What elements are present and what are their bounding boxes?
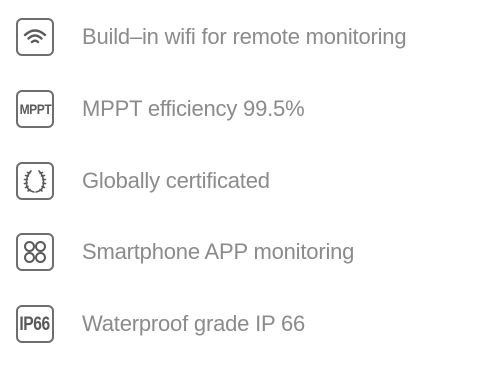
feature-label: Waterproof grade IP 66 bbox=[82, 311, 306, 336]
feature-label: Build–in wifi for remote monitoring bbox=[82, 24, 407, 49]
app-grid-icon bbox=[16, 233, 54, 271]
feature-label: Smartphone APP monitoring bbox=[82, 239, 355, 264]
mppt-badge-text: MPPT bbox=[19, 101, 51, 117]
feature-item-app: Smartphone APP monitoring bbox=[16, 230, 354, 274]
feature-label: Globally certificated bbox=[82, 168, 270, 193]
feature-item-mppt: MPPT MPPT efficiency 99.5% bbox=[16, 87, 305, 131]
ip66-badge-icon: IP66 bbox=[16, 305, 54, 343]
wifi-icon bbox=[16, 18, 54, 56]
feature-item-wifi: Build–in wifi for remote monitoring bbox=[16, 15, 407, 59]
feature-label: MPPT efficiency 99.5% bbox=[82, 96, 305, 121]
feature-item-waterproof: IP66 Waterproof grade IP 66 bbox=[16, 302, 305, 346]
ip66-badge-text: IP66 bbox=[19, 313, 51, 335]
feature-item-certification: Globally certificated bbox=[16, 159, 270, 203]
laurel-wreath-icon bbox=[16, 162, 54, 200]
mppt-badge-icon: MPPT bbox=[16, 90, 54, 128]
